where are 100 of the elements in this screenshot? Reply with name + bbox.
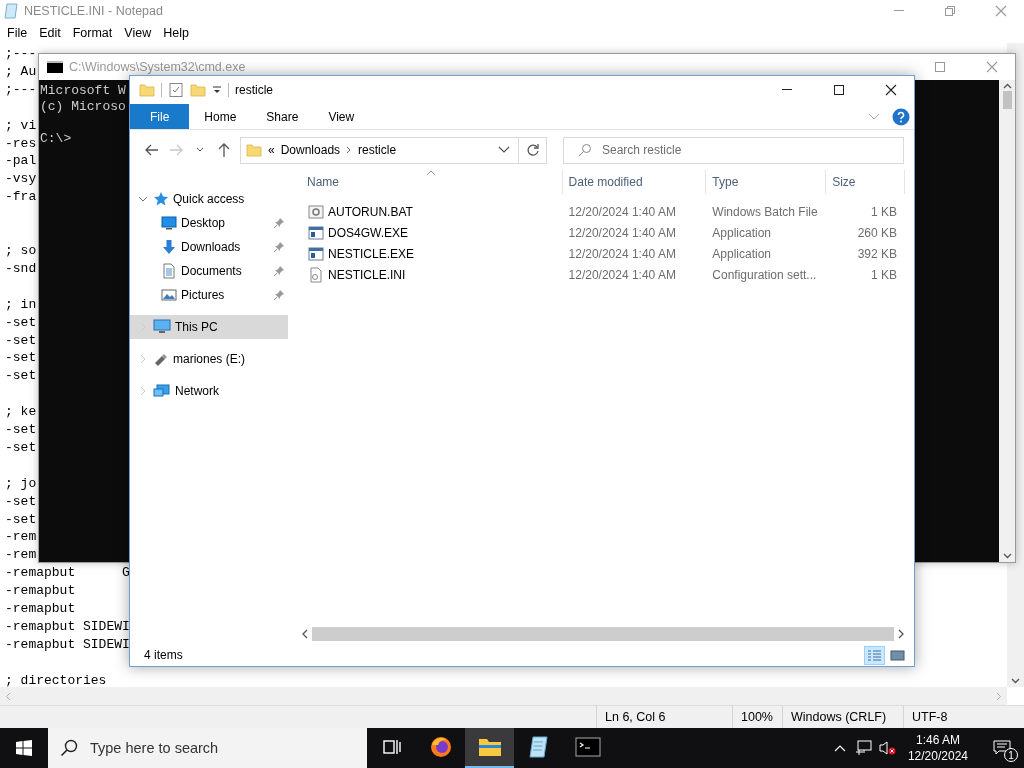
clock[interactable]: 1:46 AM 12/20/2024 <box>899 732 976 764</box>
chevron-up-icon[interactable] <box>833 744 846 752</box>
sort-ascending-icon <box>426 170 437 176</box>
help-icon[interactable] <box>892 107 910 126</box>
pin-icon[interactable] <box>273 241 285 253</box>
menu-item[interactable]: File <box>1 25 34 40</box>
pin-icon[interactable] <box>273 265 285 277</box>
desktop-icon <box>161 215 177 231</box>
ribbon-tab[interactable]: View <box>313 104 370 129</box>
navigation-item[interactable]: Pictures <box>130 283 288 307</box>
breadcrumb[interactable]: resticle <box>358 143 397 157</box>
scroll-down-icon[interactable] <box>1002 553 1012 559</box>
table-cell-text: Application <box>711 246 773 261</box>
scrollbar-thumb[interactable] <box>312 627 894 641</box>
table-cell-text: 1 KB <box>870 204 898 219</box>
address-bar[interactable]: « Downloads resticle <box>240 136 519 164</box>
computer-icon <box>153 319 171 335</box>
column-header[interactable]: Name <box>301 170 563 194</box>
navigation-item[interactable]: Quick access <box>130 187 288 211</box>
console-icon <box>47 61 63 73</box>
ribbon-tab[interactable]: File <box>130 104 190 129</box>
navigation-item[interactable]: mariones (E:) <box>130 347 288 371</box>
gear-file-icon <box>308 203 324 220</box>
volume-muted-icon[interactable] <box>878 740 897 756</box>
settings-file-icon <box>308 266 324 283</box>
application-icon <box>308 245 324 262</box>
dropdown-icon[interactable] <box>212 85 222 95</box>
details-view-button[interactable] <box>864 645 885 665</box>
scrollbar-thumb[interactable] <box>1002 91 1012 109</box>
close-icon <box>995 5 1007 17</box>
menu-item[interactable]: Format <box>66 25 119 40</box>
table-cell-text: 12/20/2024 1:40 AM <box>567 246 677 261</box>
ribbon-tab[interactable]: Home <box>189 104 252 129</box>
file-name[interactable]: AUTORUN.BAT <box>301 203 563 220</box>
table-cell-text: 12/20/2024 1:40 AM <box>567 225 677 240</box>
table-cell-text: 12/20/2024 1:40 AM <box>567 204 677 219</box>
search-field[interactable]: Type here to search <box>48 728 367 768</box>
refresh-icon <box>525 143 540 157</box>
scroll-left-icon[interactable] <box>301 629 309 639</box>
download-arrow-icon <box>161 239 177 255</box>
scroll-up-icon[interactable] <box>1002 83 1012 89</box>
navigation-item[interactable]: This PC <box>130 315 288 339</box>
navigation-item[interactable]: Desktop <box>130 211 288 235</box>
menu-item[interactable]: View <box>118 25 158 40</box>
window-title: NESTICLE.INI - Notepad <box>24 4 163 18</box>
table-cell-text: Configuration sett... <box>711 267 818 282</box>
fox-globe-icon <box>428 735 453 759</box>
navigation-item[interactable]: Downloads <box>130 235 288 259</box>
table-cell-text: Application <box>711 225 773 240</box>
arrow-up-icon <box>216 142 232 158</box>
window-title: resticle <box>235 83 273 97</box>
close-icon <box>986 61 998 73</box>
notifications-button[interactable]: 1 <box>980 728 1024 768</box>
navigation-item[interactable]: Documents <box>130 259 288 283</box>
arrow-left-icon <box>144 142 160 158</box>
search-icon <box>60 739 78 757</box>
network-icon <box>153 383 171 399</box>
ribbon-tab[interactable]: Share <box>251 104 314 129</box>
terminal-icon <box>574 737 601 757</box>
scroll-down-icon[interactable] <box>1011 678 1020 684</box>
notification-count: 1 <box>1004 748 1018 762</box>
picture-icon <box>161 287 177 303</box>
notepad-icon <box>527 735 550 759</box>
search-field[interactable]: Search resticle <box>563 136 904 164</box>
file-name[interactable]: NESTICLE.EXE <box>301 245 563 262</box>
application-icon <box>308 224 324 241</box>
properties-icon[interactable] <box>168 82 184 98</box>
pin-icon[interactable] <box>273 217 285 229</box>
task-view-icon <box>381 738 402 756</box>
navigation-item[interactable]: Network <box>130 379 288 403</box>
breadcrumb-overflow[interactable]: « <box>268 143 275 157</box>
network-icon[interactable] <box>854 740 873 756</box>
window-title: C:\Windows\System32\cmd.exe <box>69 60 246 74</box>
star-icon <box>153 191 169 207</box>
menu-item[interactable]: Edit <box>33 25 67 40</box>
chevron-right-icon <box>346 146 353 154</box>
pin-icon[interactable] <box>273 289 285 301</box>
details-list-icon <box>867 648 882 662</box>
table-cell-text: Windows Batch File <box>711 204 819 219</box>
restore-icon <box>944 5 956 17</box>
table-cell-text: 260 KB <box>856 225 898 240</box>
breadcrumb[interactable]: Downloads <box>280 143 341 157</box>
large-icons-icon <box>890 648 905 662</box>
taskbar-app[interactable] <box>465 728 514 768</box>
menu-item[interactable]: Help <box>157 25 195 40</box>
file-name[interactable]: NESTICLE.INI <box>301 266 563 283</box>
column-header[interactable]: Type <box>706 170 827 194</box>
folder-icon <box>477 736 502 758</box>
maximize-icon <box>934 61 946 73</box>
file-name[interactable]: DOS4GW.EXE <box>301 224 563 241</box>
column-header[interactable]: Size <box>826 170 905 194</box>
close-icon <box>885 84 897 96</box>
arrow-right-icon <box>168 142 184 158</box>
message-icon <box>993 740 1011 756</box>
refresh-button[interactable] <box>519 136 547 164</box>
new-folder-icon <box>190 82 206 98</box>
chevron-down-icon[interactable] <box>498 146 510 154</box>
scroll-right-icon[interactable] <box>897 629 905 639</box>
table-cell-text: 1 KB <box>870 267 898 282</box>
column-header[interactable]: Date modified <box>562 170 707 194</box>
